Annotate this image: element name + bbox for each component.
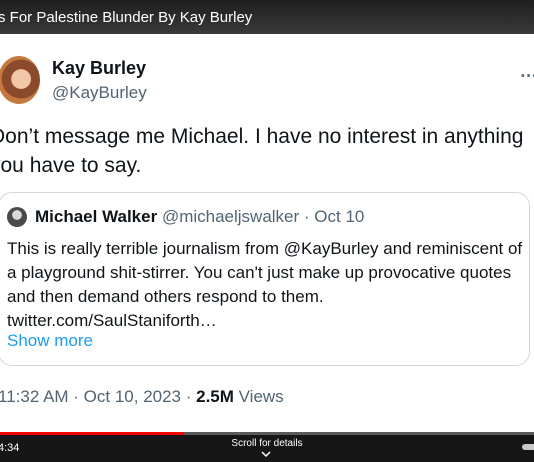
chevron-down-icon[interactable] (261, 450, 271, 458)
tweet-time[interactable]: 11:32 AM · Oct 10, 2023 · (0, 387, 196, 406)
quoted-tweet[interactable]: Michael Walker @michaeljswalker · Oct 10… (0, 192, 530, 366)
video-title[interactable]: s For Palestine Blunder By Kay Burley (0, 9, 252, 26)
quote-author-meta: @michaeljswalker · Oct 10 (161, 207, 365, 226)
progress-fill (0, 432, 185, 435)
quote-text: This is really terrible journalism from … (7, 239, 523, 330)
progress-bar[interactable] (0, 432, 534, 435)
quote-header: Michael Walker @michaeljswalker · Oct 10 (35, 207, 364, 227)
tweet-card: Kay Burley @KayBurley ⋅⋅⋅ Don’t message … (0, 34, 534, 432)
video-frame: s For Palestine Blunder By Kay Burley Ka… (0, 0, 534, 462)
quote-avatar[interactable] (7, 207, 27, 227)
tweet-timestamp: 11:32 AM · Oct 10, 2023 · 2.5M Views (0, 387, 284, 407)
views-count: 2.5M (196, 387, 234, 406)
tweet-text: Don’t message me Michael. I have no inte… (0, 125, 524, 177)
video-title-bar: s For Palestine Blunder By Kay Burley (0, 0, 534, 34)
more-horizontal-icon[interactable]: ⋅⋅⋅ (520, 66, 534, 87)
quote-author-name[interactable]: Michael Walker (35, 207, 157, 226)
player-controls: 4:34 Scroll for details (0, 432, 534, 462)
scroll-for-details[interactable]: Scroll for details (0, 438, 534, 449)
avatar[interactable] (0, 56, 40, 104)
author-handle[interactable]: @KayBurley (52, 83, 147, 103)
show-more-link[interactable]: Show more (7, 331, 93, 351)
author-name[interactable]: Kay Burley (52, 58, 146, 79)
views-label: Views (233, 387, 284, 406)
autoplay-toggle[interactable] (522, 444, 534, 450)
